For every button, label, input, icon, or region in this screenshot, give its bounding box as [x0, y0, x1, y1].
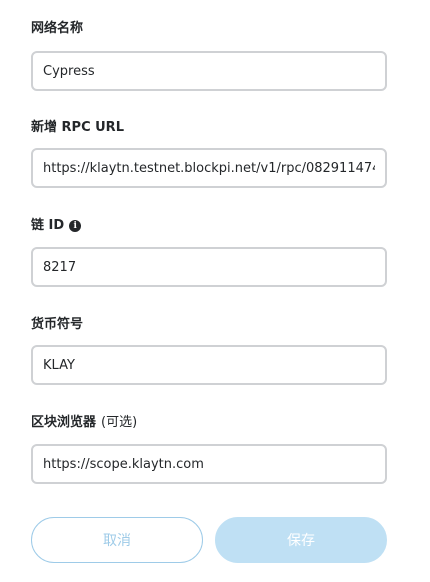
rpc-url-label: 新增 RPC URL: [31, 119, 387, 137]
chain-id-input[interactable]: [31, 247, 387, 287]
cancel-button[interactable]: 取消: [31, 517, 203, 563]
network-name-label-text: 网络名称: [31, 21, 84, 36]
chain-id-field: 链 ID i: [31, 217, 387, 287]
rpc-url-field: 新增 RPC URL: [31, 119, 387, 188]
network-name-label: 网络名称: [31, 20, 387, 38]
currency-symbol-input[interactable]: [31, 345, 387, 385]
info-icon[interactable]: i: [69, 220, 82, 232]
network-name-field: 网络名称: [31, 20, 387, 91]
save-button-label: 保存: [287, 533, 315, 549]
block-explorer-field: 区块浏览器 (可选): [31, 414, 387, 484]
network-name-input[interactable]: [31, 51, 387, 91]
block-explorer-label: 区块浏览器 (可选): [31, 414, 387, 432]
currency-symbol-label: 货币符号: [31, 316, 387, 334]
optional-hint: (可选): [101, 415, 138, 430]
rpc-url-input[interactable]: [31, 148, 387, 188]
chain-id-label: 链 ID i: [31, 217, 387, 235]
currency-symbol-field: 货币符号: [31, 316, 387, 385]
currency-symbol-label-text: 货币符号: [31, 317, 84, 332]
chain-id-label-text: 链 ID: [31, 218, 65, 233]
rpc-url-label-text: 新增 RPC URL: [31, 120, 124, 135]
block-explorer-label-text: 区块浏览器: [31, 415, 97, 430]
block-explorer-input[interactable]: [31, 444, 387, 484]
cancel-button-label: 取消: [103, 533, 131, 549]
save-button[interactable]: 保存: [215, 517, 387, 563]
